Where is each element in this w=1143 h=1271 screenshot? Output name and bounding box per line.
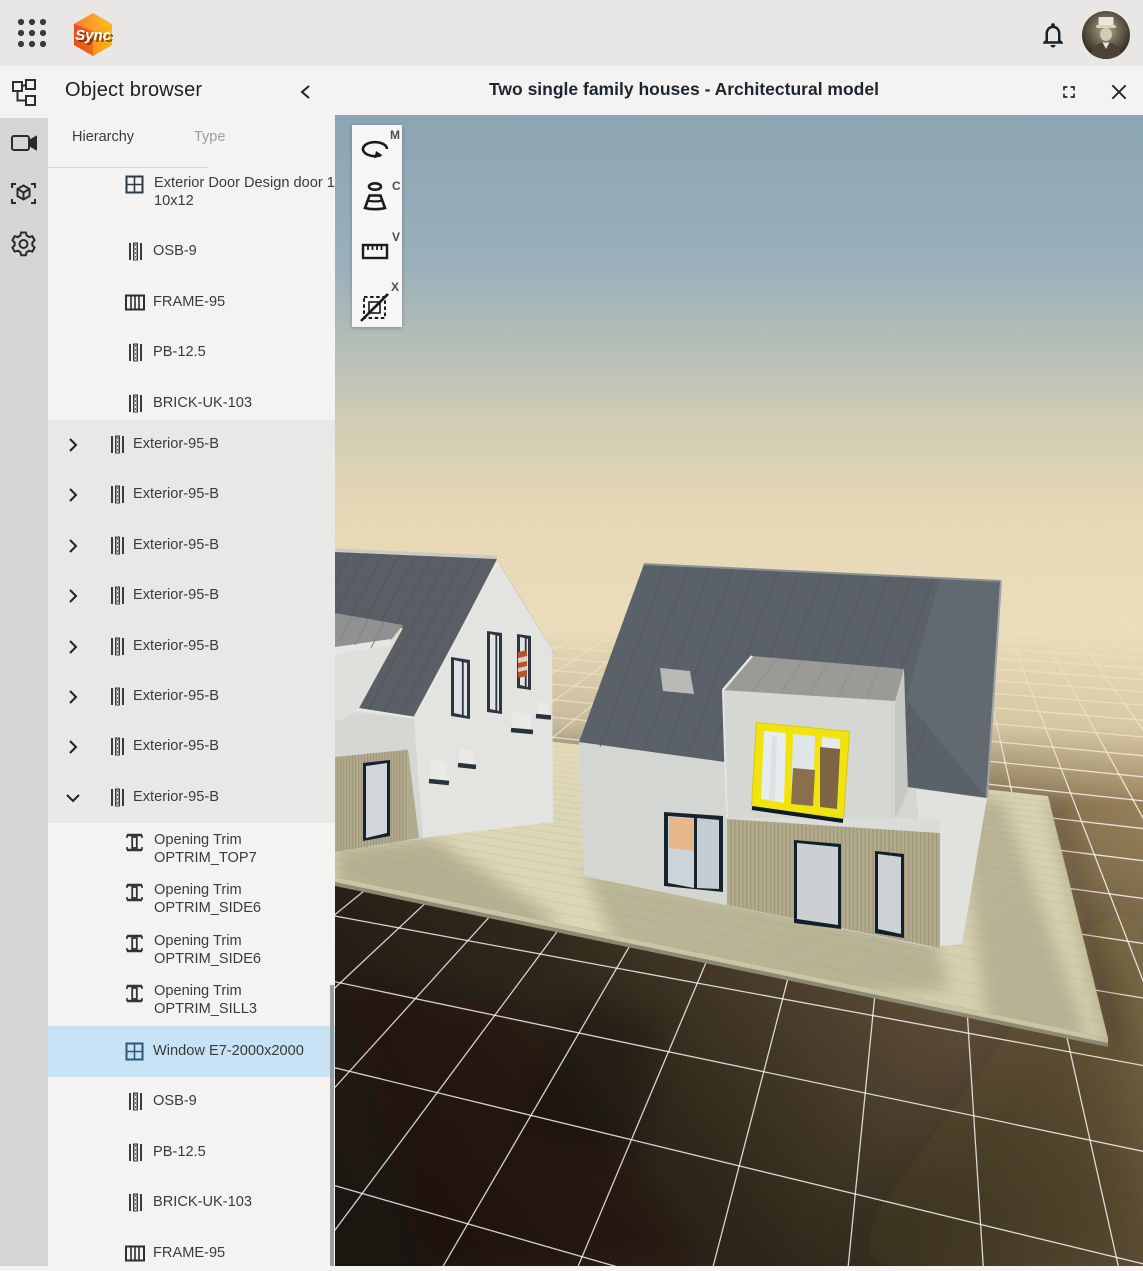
svg-text:Sync: Sync — [75, 27, 112, 44]
